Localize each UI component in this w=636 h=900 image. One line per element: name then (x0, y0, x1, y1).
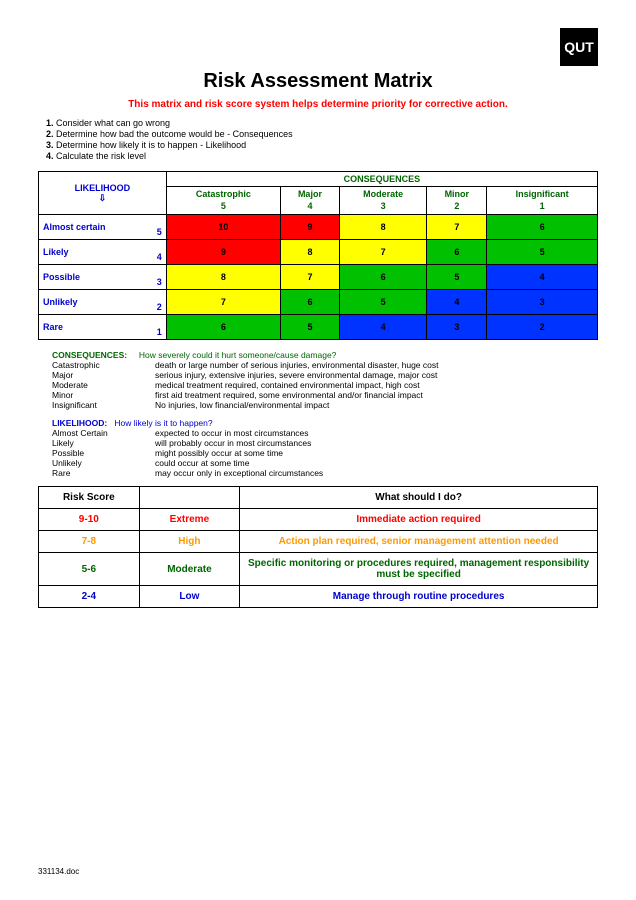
matrix-cell: 6 (427, 240, 487, 265)
def-desc: first aid treatment required, some envir… (155, 390, 447, 400)
qut-logo: QUT (560, 28, 598, 66)
matrix-cell: 4 (339, 315, 427, 340)
step-item: Consider what can go wrong (56, 118, 598, 128)
matrix-cell: 3 (487, 290, 598, 315)
matrix-col-header: Catastrophic5 (166, 187, 280, 215)
likelihood-def-title: LIKELIHOOD: (52, 418, 107, 428)
actions-action: Immediate action required (240, 509, 598, 531)
matrix-cell: 6 (166, 315, 280, 340)
def-desc: might possibly occur at some time (155, 448, 331, 458)
matrix-row-header: Almost certain5 (39, 215, 167, 240)
likelihood-header: LIKELIHOOD⇩ (39, 172, 167, 215)
page-title: Risk Assessment Matrix (38, 70, 598, 93)
actions-score: 9-10 (39, 509, 140, 531)
actions-score: 7-8 (39, 531, 140, 553)
def-term: Moderate (52, 380, 155, 390)
likelihood-def-question: How likely is it to happen? (114, 418, 212, 428)
matrix-cell: 6 (280, 290, 339, 315)
matrix-cell: 7 (427, 215, 487, 240)
matrix-cell: 8 (339, 215, 427, 240)
step-item: Determine how bad the outcome would be -… (56, 129, 598, 139)
actions-score: 2-4 (39, 586, 140, 608)
matrix-row-header: Possible3 (39, 265, 167, 290)
def-desc: will probably occur in most circumstance… (155, 438, 331, 448)
matrix-col-header: Minor2 (427, 187, 487, 215)
steps-list: Consider what can go wrong Determine how… (38, 118, 598, 161)
conseq-def-title: CONSEQUENCES: (52, 350, 127, 360)
matrix-cell: 4 (487, 265, 598, 290)
def-term: Unlikely (52, 458, 155, 468)
matrix-row-header: Rare1 (39, 315, 167, 340)
actions-level: Low (139, 586, 240, 608)
matrix-cell: 6 (339, 265, 427, 290)
subtitle: This matrix and risk score system helps … (38, 99, 598, 110)
matrix-cell: 9 (166, 240, 280, 265)
matrix-cell: 5 (487, 240, 598, 265)
def-term: Almost Certain (52, 428, 155, 438)
matrix-cell: 4 (427, 290, 487, 315)
matrix-cell: 6 (487, 215, 598, 240)
def-term: Catastrophic (52, 360, 155, 370)
matrix-cell: 9 (280, 215, 339, 240)
def-desc: may occur only in exceptional circumstan… (155, 468, 331, 478)
matrix-cell: 7 (339, 240, 427, 265)
def-desc: medical treatment required, contained en… (155, 380, 447, 390)
def-term: Likely (52, 438, 155, 448)
actions-level: Moderate (139, 553, 240, 586)
def-term: Rare (52, 468, 155, 478)
actions-action: Specific monitoring or procedures requir… (240, 553, 598, 586)
step-item: Determine how likely it is to happen - L… (56, 140, 598, 150)
matrix-col-header: Moderate3 (339, 187, 427, 215)
actions-action: Manage through routine procedures (240, 586, 598, 608)
matrix-cell: 8 (280, 240, 339, 265)
actions-level: Extreme (139, 509, 240, 531)
matrix-row-header: Likely4 (39, 240, 167, 265)
def-desc: expected to occur in most circumstances (155, 428, 331, 438)
def-desc: No injuries, low financial/environmental… (155, 400, 447, 410)
actions-action: Action plan required, senior management … (240, 531, 598, 553)
consequences-header: CONSEQUENCES (166, 172, 597, 187)
consequences-definitions: CONSEQUENCES: How severely could it hurt… (52, 350, 598, 410)
matrix-cell: 10 (166, 215, 280, 240)
def-term: Minor (52, 390, 155, 400)
actions-score: 5-6 (39, 553, 140, 586)
def-term: Major (52, 370, 155, 380)
logo-text: QUT (564, 39, 594, 55)
matrix-col-header: Insignificant1 (487, 187, 598, 215)
matrix-row-header: Unlikely2 (39, 290, 167, 315)
matrix-col-header: Major4 (280, 187, 339, 215)
matrix-cell: 7 (166, 290, 280, 315)
footer-filename: 331134.doc (38, 867, 79, 876)
actions-header-action: What should I do? (240, 487, 598, 509)
actions-table: Risk Score What should I do? 9-10Extreme… (38, 486, 598, 608)
matrix-cell: 8 (166, 265, 280, 290)
matrix-cell: 5 (339, 290, 427, 315)
conseq-def-question: How severely could it hurt someone/cause… (139, 350, 337, 360)
def-desc: serious injury, extensive injuries, seve… (155, 370, 447, 380)
step-item: Calculate the risk level (56, 151, 598, 161)
risk-matrix-table: LIKELIHOOD⇩ CONSEQUENCES Catastrophic5Ma… (38, 171, 598, 340)
def-desc: could occur at some time (155, 458, 331, 468)
def-term: Possible (52, 448, 155, 458)
actions-level: High (139, 531, 240, 553)
def-term: Insignificant (52, 400, 155, 410)
matrix-cell: 2 (487, 315, 598, 340)
matrix-cell: 3 (427, 315, 487, 340)
actions-header-score: Risk Score (39, 487, 140, 509)
likelihood-definitions: LIKELIHOOD: How likely is it to happen? … (52, 418, 598, 478)
matrix-cell: 5 (427, 265, 487, 290)
matrix-cell: 7 (280, 265, 339, 290)
matrix-cell: 5 (280, 315, 339, 340)
def-desc: death or large number of serious injurie… (155, 360, 447, 370)
